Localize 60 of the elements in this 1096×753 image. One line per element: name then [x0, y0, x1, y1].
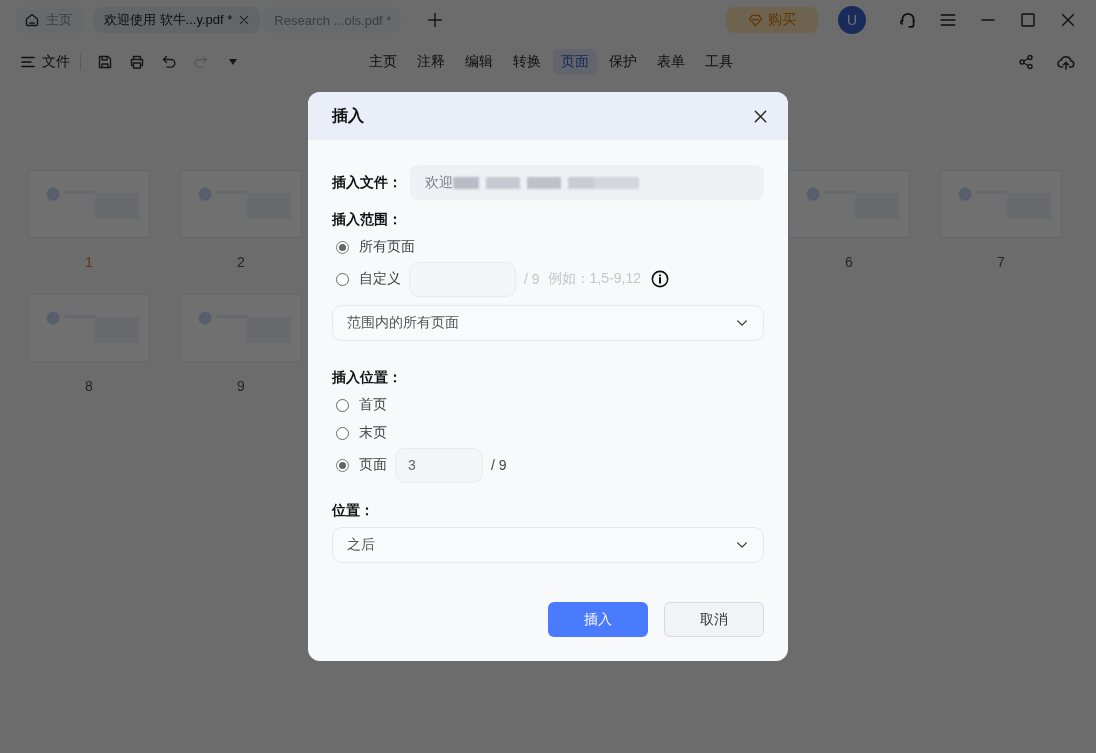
menu-tab[interactable]: 页面 [553, 49, 597, 75]
file-menu-button[interactable]: 文件 [20, 53, 70, 71]
section-label: 位置： [332, 502, 375, 520]
headset-icon[interactable] [898, 10, 918, 30]
insert-button[interactable]: 插入 [548, 602, 648, 637]
cancel-button[interactable]: 取消 [664, 602, 764, 637]
page-thumbnail[interactable] [940, 170, 1062, 238]
avatar[interactable]: U [838, 6, 866, 34]
radio-button[interactable] [336, 272, 349, 286]
share-icon[interactable] [1018, 54, 1034, 70]
field-label: 插入文件： [332, 173, 403, 192]
page-thumbnail[interactable] [180, 294, 302, 362]
radio-button[interactable] [336, 458, 349, 472]
page-number: 9 [237, 378, 245, 394]
page-number: 1 [85, 254, 93, 270]
document-tab[interactable]: 欢迎使用 软牛...y.pdf * [94, 7, 261, 33]
save-icon[interactable] [97, 54, 113, 70]
page-thumbnail[interactable] [180, 170, 302, 238]
menu-tab[interactable]: 编辑 [457, 49, 501, 75]
radio-option[interactable]: 末页 [332, 424, 387, 442]
menu-tab[interactable]: 转换 [505, 49, 549, 75]
section-label: 插入范围： [332, 211, 403, 229]
radio-option[interactable]: 自定义 [332, 270, 401, 288]
menu-icon[interactable] [939, 11, 957, 29]
printer-icon[interactable] [129, 54, 145, 70]
radio-option[interactable]: 所有页面 [332, 238, 415, 256]
page-number: 6 [845, 254, 853, 270]
cloud-upload-icon[interactable] [1057, 53, 1075, 71]
radio-button[interactable] [336, 426, 349, 440]
diamond-icon [748, 12, 763, 28]
page-thumbnail[interactable] [788, 170, 910, 238]
page-number-input[interactable]: 3 [395, 447, 483, 483]
section-label: 插入位置： [332, 369, 403, 387]
menu-tab[interactable]: 表单 [649, 49, 693, 75]
menu-tab[interactable]: 工具 [697, 49, 741, 75]
close-icon[interactable] [752, 108, 768, 124]
file-name-text: 欢迎 [425, 173, 453, 192]
page-thumbnail[interactable] [28, 294, 150, 362]
radio-button[interactable] [336, 398, 349, 412]
page-number: 8 [85, 378, 93, 394]
info-icon[interactable] [650, 270, 669, 288]
plus-icon[interactable] [427, 12, 444, 28]
radio-button[interactable] [336, 240, 349, 254]
undo-icon[interactable] [161, 54, 177, 70]
menu-tab[interactable]: 主页 [361, 49, 405, 75]
placement-dropdown[interactable]: 之后 [332, 527, 764, 563]
page-thumbnail[interactable] [28, 170, 150, 238]
menu-icon [20, 54, 36, 70]
menu-tab[interactable]: 保护 [601, 49, 645, 75]
page-number: 2 [237, 254, 245, 270]
dialog-title: 插入 [332, 105, 364, 126]
house-icon [24, 12, 40, 28]
page-range-dropdown[interactable]: 范围内的所有页面 [332, 305, 764, 341]
menu-tab[interactable]: 注释 [409, 49, 453, 75]
caret-down-icon[interactable] [228, 58, 238, 66]
page-number: 7 [997, 254, 1005, 270]
maximize-icon[interactable] [1020, 12, 1036, 28]
radio-option[interactable]: 首页 [332, 396, 387, 414]
radio-option[interactable]: 页面 [332, 456, 387, 474]
page-total: / 9 [491, 457, 507, 473]
